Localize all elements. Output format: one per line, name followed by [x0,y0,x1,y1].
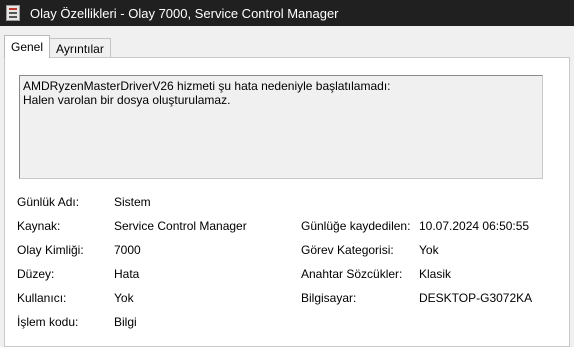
event-viewer-icon [6,5,20,21]
description-line: Halen varolan bir dosya oluşturulamaz. [23,93,231,107]
computer-value[interactable]: DESKTOP-G3072KA [419,291,532,305]
keywords-value[interactable]: Klasik [419,267,451,281]
user-label: Kullanıcı: [17,291,67,305]
window-title: Olay Özellikleri - Olay 7000, Service Co… [30,5,339,21]
opcode-value[interactable]: Bilgi [114,315,137,329]
source-label: Kaynak: [17,219,61,233]
task-category-value[interactable]: Yok [419,243,439,257]
logged-value[interactable]: 10.07.2024 06:50:55 [419,219,529,233]
task-category-label: Görev Kategorisi: [301,243,394,257]
logged-label: Günlüğe kaydedilen: [301,219,411,233]
event-id-value[interactable]: 7000 [114,243,141,257]
opcode-label: İşlem kodu: [17,315,79,329]
description-line: AMDRyzenMasterDriverV26 hizmeti şu hata … [23,79,391,93]
computer-label: Bilgisayar: [301,291,357,305]
log-name-label: Günlük Adı: [17,195,80,209]
level-label: Düzey: [17,267,55,281]
tab-general[interactable]: Genel [4,35,51,58]
event-description[interactable]: AMDRyzenMasterDriverV26 hizmeti şu hata … [19,75,543,179]
event-id-label: Olay Kimliği: [17,243,84,257]
source-value[interactable]: Service Control Manager [114,219,247,233]
log-name-value[interactable]: Sistem [114,195,151,209]
general-panel: AMDRyzenMasterDriverV26 hizmeti şu hata … [4,57,570,347]
title-bar[interactable]: Olay Özellikleri - Olay 7000, Service Co… [0,0,574,26]
level-value[interactable]: Hata [114,267,139,281]
user-value[interactable]: Yok [114,291,134,305]
tab-strip: Genel Ayrıntılar [4,34,111,58]
keywords-label: Anahtar Sözcükler: [301,267,403,281]
tab-details[interactable]: Ayrıntılar [49,38,111,58]
